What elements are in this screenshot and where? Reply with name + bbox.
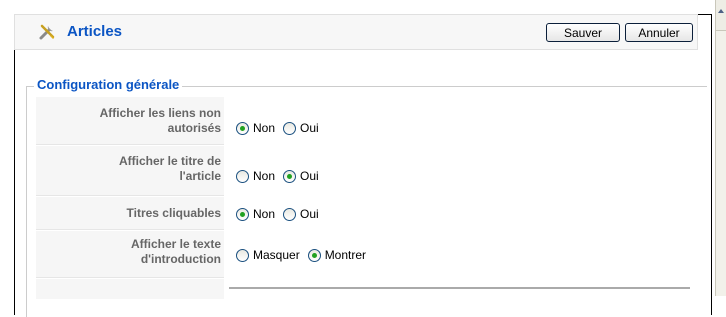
radio-montrer[interactable] [307, 248, 321, 262]
radio-oui[interactable] [283, 207, 297, 221]
radio-group-intro-text: Masquer Montrer [236, 247, 374, 263]
radio-non[interactable] [236, 169, 249, 183]
radio-label: Montrer [324, 248, 367, 262]
radio-masquer[interactable] [236, 248, 249, 262]
vertical-scrollbar[interactable] [715, 0, 726, 296]
setting-label-next [36, 279, 224, 299]
radio-label: Oui [300, 169, 319, 183]
tools-icon [39, 24, 55, 40]
radio-group-clickable-titles: Non Oui [236, 206, 327, 222]
arrow-up-icon [718, 9, 724, 13]
radio-label: Non [253, 121, 276, 135]
setting-label-article-title: Afficher le titre de l'article [36, 146, 224, 196]
radio-label: Non [253, 207, 276, 221]
radio-group-article-title: Non Oui [236, 168, 327, 184]
toolbar-header: Articles Sauver Annuler [14, 14, 698, 50]
radio-non[interactable] [236, 207, 249, 221]
scroll-up-button[interactable] [716, 0, 726, 31]
cancel-button[interactable]: Annuler [625, 23, 693, 42]
radio-group-unauthorized-links: Non Oui [236, 120, 327, 136]
radio-label: Oui [300, 121, 319, 135]
radio-non[interactable] [236, 121, 249, 135]
radio-oui[interactable] [283, 169, 297, 183]
radio-label: Non [253, 169, 276, 183]
save-button[interactable]: Sauver [546, 23, 620, 42]
setting-label-clickable-titles: Titres cliquables [36, 197, 224, 230]
section-divider [229, 287, 690, 289]
radio-label: Masquer [253, 248, 300, 262]
setting-label-unauthorized-links: Afficher les liens non autorisés [36, 97, 224, 145]
radio-label: Oui [300, 207, 319, 221]
fieldset-legend: Configuration générale [34, 77, 183, 92]
setting-label-intro-text: Afficher le texte d'introduction [36, 231, 224, 278]
page-title: Articles [67, 23, 123, 40]
radio-oui[interactable] [283, 121, 297, 135]
